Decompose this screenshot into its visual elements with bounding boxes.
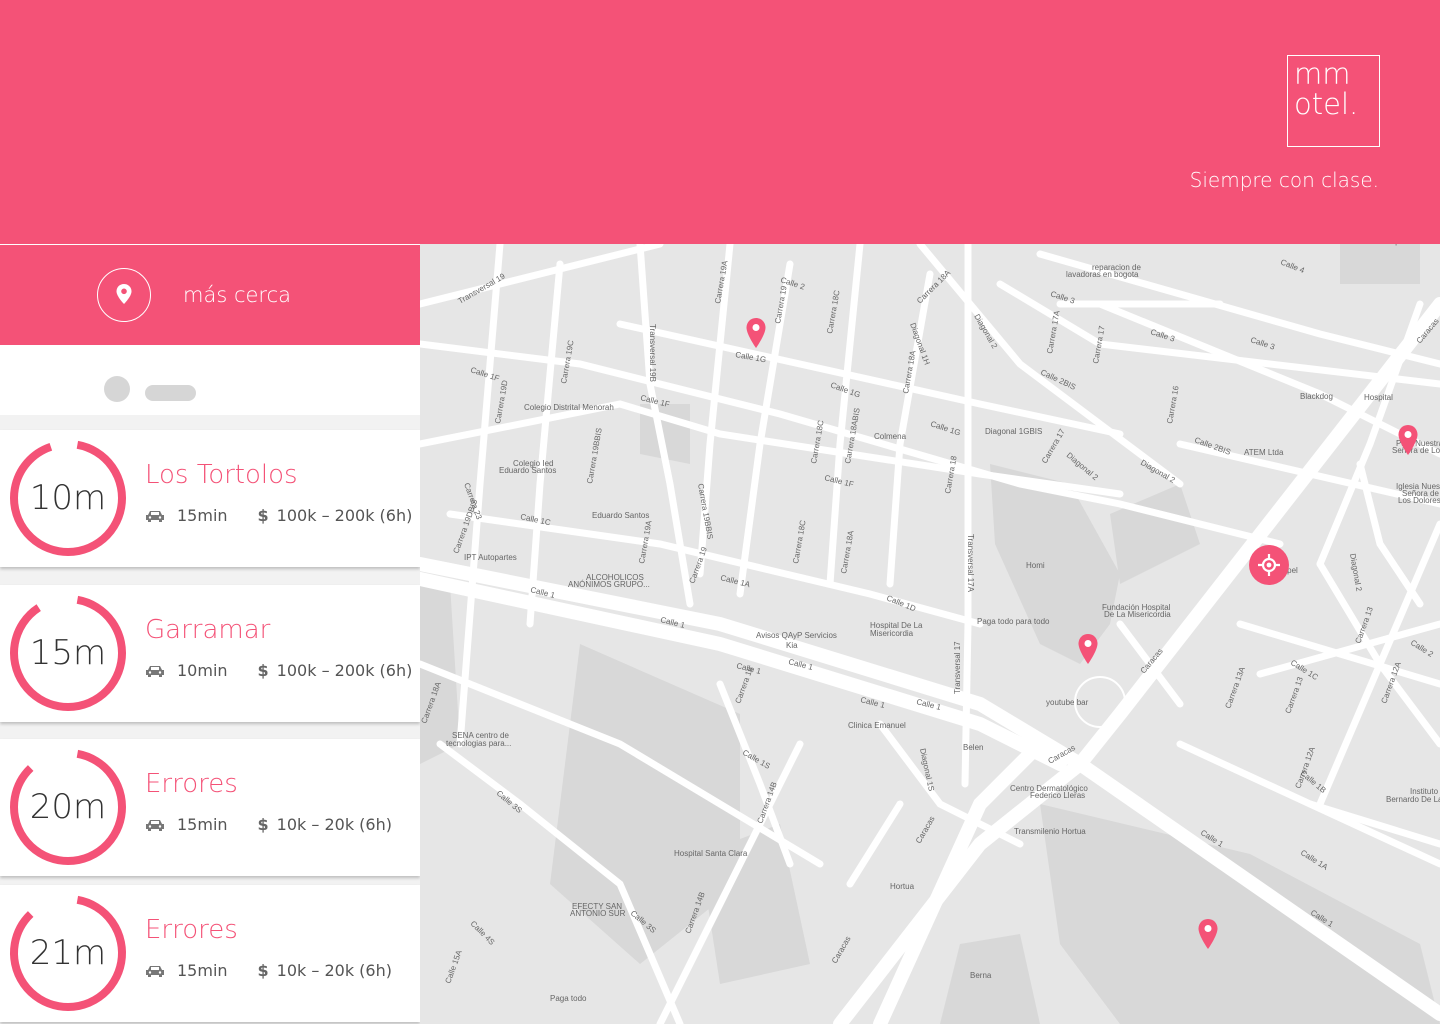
hotel-pin-icon[interactable] — [1077, 633, 1099, 665]
drive-time: 15min — [177, 815, 228, 834]
svg-text:Transversal 17A: Transversal 17A — [966, 534, 975, 593]
sidebar: más cerca 10m Los Tortolos 15min $ 100k … — [0, 245, 420, 1024]
listing-card[interactable]: 15m Garramar 10min $ 100k – 200k (6h) — [0, 585, 420, 722]
svg-text:Diagonal 1GBIS: Diagonal 1GBIS — [985, 427, 1042, 436]
filter-bar[interactable]: más cerca — [0, 245, 420, 345]
card-meta: 15min $ 10k – 20k (6h) — [145, 815, 392, 834]
toggle-row[interactable] — [0, 345, 420, 415]
dollar-icon: $ — [257, 961, 269, 980]
svg-text:Colegio Distrital Menorah: Colegio Distrital Menorah — [524, 403, 614, 412]
svg-text:Parqueadero: Parqueadero — [1380, 244, 1427, 246]
svg-text:Belen: Belen — [963, 743, 983, 752]
svg-text:ATEM Ltda: ATEM Ltda — [1244, 448, 1284, 457]
dollar-icon: $ — [257, 815, 269, 834]
dollar-icon: $ — [257, 661, 269, 680]
svg-text:Hortua: Hortua — [890, 882, 915, 891]
card-meta: 15min $ 100k – 200k (6h) — [145, 506, 412, 525]
svg-text:Paga todo: Paga todo — [550, 994, 587, 1003]
car-icon — [146, 819, 164, 831]
crosshair-icon — [1258, 554, 1280, 576]
svg-text:Los Dolores: Los Dolores — [1398, 496, 1440, 505]
drive-time: 15min — [177, 506, 228, 525]
svg-text:Eduardo Santos: Eduardo Santos — [499, 466, 556, 475]
drive-time: 15min — [177, 961, 228, 980]
dollar-icon: $ — [257, 506, 269, 525]
hotel-pin-icon[interactable] — [745, 317, 767, 349]
hotel-name[interactable]: Garramar — [145, 615, 270, 645]
svg-text:Paga todo para todo: Paga todo para todo — [977, 617, 1050, 626]
svg-text:ANTONIO SUR: ANTONIO SUR — [570, 909, 626, 918]
time-label: 20m — [29, 787, 107, 827]
svg-text:Berna: Berna — [970, 971, 992, 980]
svg-text:De La Misericordia: De La Misericordia — [1104, 610, 1171, 619]
mmotel-logo[interactable]: mm otel. — [1287, 55, 1380, 147]
listing-card[interactable]: 21m Errores 15min $ 10k – 20k (6h) — [0, 885, 420, 1022]
listing-card[interactable]: 20m Errores 15min $ 10k – 20k (6h) — [0, 739, 420, 876]
svg-text:Clinica Emanuel: Clinica Emanuel — [848, 721, 906, 730]
location-pin-icon[interactable] — [97, 268, 151, 322]
toggle-pill[interactable] — [145, 385, 196, 401]
map-canvas[interactable]: Calle 2 Calle 3 Calle 4 Calle 3 Calle 3 … — [420, 244, 1440, 1024]
car-icon — [146, 665, 164, 677]
hotel-pin-icon[interactable] — [1397, 424, 1419, 456]
time-label: 10m — [29, 478, 107, 518]
svg-text:Transmilenio Hortua: Transmilenio Hortua — [1014, 827, 1086, 836]
hotel-name[interactable]: Errores — [145, 915, 238, 945]
hotel-pin-icon[interactable] — [1197, 918, 1219, 950]
tagline: Siempre con clase. — [1189, 168, 1379, 192]
price-range: 10k – 20k (6h) — [276, 961, 392, 980]
svg-text:lavadoras en bogota: lavadoras en bogota — [1066, 270, 1139, 279]
svg-text:Hospital: Hospital — [1364, 393, 1393, 402]
toggle-dot[interactable] — [104, 376, 130, 402]
drive-time: 10min — [177, 661, 228, 680]
time-label: 15m — [29, 633, 107, 673]
svg-text:Transversal 17: Transversal 17 — [953, 641, 962, 694]
hotel-name[interactable]: Los Tortolos — [145, 460, 298, 490]
logo-line1: mm — [1294, 57, 1351, 91]
filter-label[interactable]: más cerca — [183, 283, 291, 307]
svg-text:Homi: Homi — [1026, 561, 1045, 570]
svg-text:Bernardo De La Salle: Bernardo De La Salle — [1386, 795, 1440, 804]
svg-text:Hospital Santa Clara: Hospital Santa Clara — [674, 849, 748, 858]
svg-text:Eduardo Santos: Eduardo Santos — [592, 511, 649, 520]
car-icon — [146, 965, 164, 977]
svg-text:Federico Lleras: Federico Lleras — [1030, 791, 1085, 800]
svg-text:Blackdog: Blackdog — [1300, 392, 1333, 401]
svg-text:Transversal 19B: Transversal 19B — [648, 324, 657, 382]
header: mm otel. Siempre con clase. — [0, 0, 1440, 244]
price-range: 10k – 20k (6h) — [276, 815, 392, 834]
hotel-name[interactable]: Errores — [145, 769, 238, 799]
svg-text:Avisos QAyP Servicios: Avisos QAyP Servicios — [756, 631, 837, 640]
svg-text:youtube bar: youtube bar — [1046, 698, 1089, 707]
svg-text:Misericordia: Misericordia — [870, 629, 914, 638]
current-location-button[interactable] — [1249, 545, 1289, 585]
svg-text:Colmena: Colmena — [874, 432, 907, 441]
svg-text:ANÓNIMOS GRUPO...: ANÓNIMOS GRUPO... — [568, 580, 650, 589]
car-icon — [146, 510, 164, 522]
card-meta: 15min $ 10k – 20k (6h) — [145, 961, 392, 980]
map[interactable]: Calle 2 Calle 3 Calle 4 Calle 3 Calle 3 … — [420, 244, 1440, 1024]
svg-text:tecnologias para...: tecnologias para... — [446, 739, 511, 748]
price-range: 100k – 200k (6h) — [276, 661, 413, 680]
time-label: 21m — [29, 933, 107, 973]
price-range: 100k – 200k (6h) — [276, 506, 413, 525]
svg-text:Kia: Kia — [786, 641, 798, 650]
logo-line2: otel. — [1294, 87, 1359, 121]
listing-card[interactable]: 10m Los Tortolos 15min $ 100k – 200k (6h… — [0, 430, 420, 567]
card-meta: 10min $ 100k – 200k (6h) — [145, 661, 412, 680]
svg-text:IPT Autopartes: IPT Autopartes — [464, 553, 517, 562]
